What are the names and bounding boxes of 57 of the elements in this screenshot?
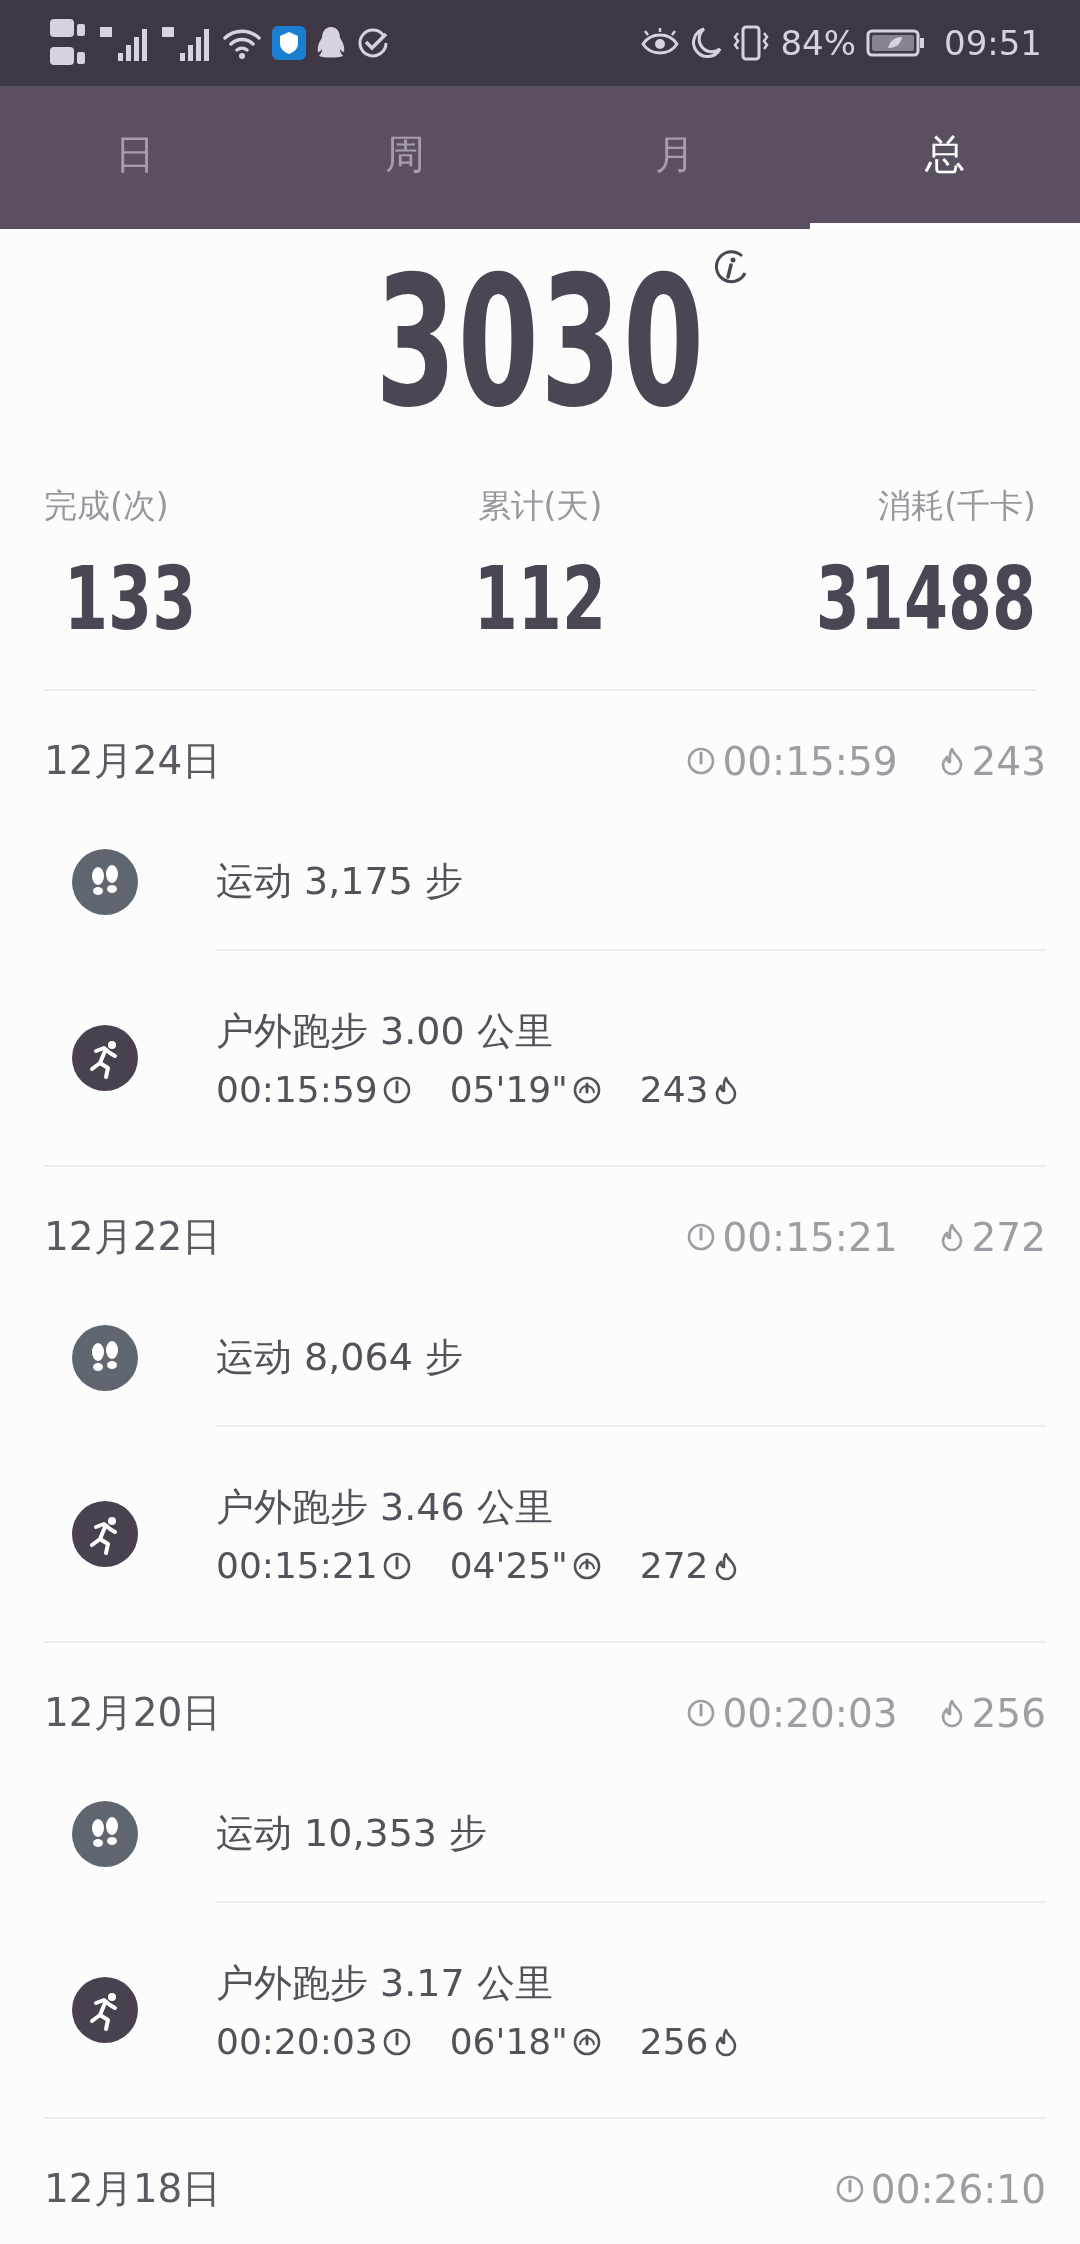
vibrate-icon (732, 25, 771, 61)
speedometer-icon (571, 1074, 602, 1105)
day-calories: 272 (971, 1214, 1046, 1260)
day-duration: 00:15:21 (722, 1214, 898, 1260)
stat-value: 31488 (815, 549, 1036, 649)
run-pace: 06'18" (449, 2021, 568, 2062)
run-calories: 243 (639, 1069, 709, 1110)
total-count: 3030 (374, 239, 706, 444)
stat-label: 完成(次) (44, 485, 169, 527)
timer-icon (686, 1222, 717, 1252)
stat-value: 133 (64, 549, 197, 649)
activity-title[interactable]: 户外跑步 3.17 公里 (216, 1958, 1046, 2009)
runner-icon (72, 1501, 138, 1567)
stat-value: 112 (473, 549, 607, 649)
footprints-icon (72, 1801, 138, 1867)
check-circle-icon (356, 26, 390, 60)
day-date: 12月18日 (44, 2165, 223, 2213)
run-duration: 00:20:03 (216, 2021, 378, 2062)
activity-title[interactable]: 运动 8,064 步 (216, 1331, 1046, 1383)
day-calories: 243 (971, 738, 1046, 784)
timer-icon (686, 746, 717, 776)
activity-title[interactable]: 户外跑步 3.00 公里 (216, 1006, 1046, 1057)
speedometer-icon (571, 1550, 602, 1581)
day-duration: 00:15:59 (722, 738, 898, 784)
battery-icon (866, 28, 926, 58)
clock-time: 09:51 (944, 23, 1042, 63)
footprints-icon (72, 1325, 138, 1391)
day-date: 12月20日 (44, 1689, 223, 1737)
timer-icon (381, 1550, 412, 1581)
runner-icon (72, 1977, 138, 2043)
timer-icon (381, 1074, 412, 1105)
footprints-icon (72, 849, 138, 915)
day-duration: 00:20:03 (722, 1690, 898, 1736)
speedometer-icon (571, 2026, 602, 2057)
run-duration: 00:15:21 (216, 1545, 378, 1586)
run-pace: 04'25" (449, 1545, 568, 1586)
stat-label: 累计(天) (477, 485, 603, 527)
run-duration: 00:15:59 (216, 1069, 378, 1110)
run-calories: 272 (639, 1545, 709, 1586)
runner-icon (72, 1025, 138, 1091)
run-pace: 05'19" (449, 1069, 568, 1110)
day-date: 12月24日 (44, 737, 223, 785)
activity-title[interactable]: 户外跑步 3.46 公里 (216, 1482, 1046, 1533)
run-calories: 256 (639, 2021, 709, 2062)
timer-icon (834, 2174, 865, 2204)
moon-icon (690, 26, 723, 60)
stat-label: 消耗(千卡) (878, 485, 1036, 527)
timer-icon (686, 1698, 717, 1728)
day-duration: 00:26:10 (870, 2166, 1046, 2212)
day-calories: 256 (971, 1690, 1046, 1736)
battery-percent: 84% (780, 23, 856, 63)
period-tab[interactable]: 总 (810, 86, 1080, 229)
activity-title[interactable]: 运动 3,175 步 (216, 855, 1046, 907)
day-date: 12月22日 (44, 1213, 223, 1261)
activity-title[interactable]: 运动 10,353 步 (216, 1807, 1046, 1859)
shield-icon (272, 26, 306, 60)
timer-icon (381, 2026, 412, 2057)
